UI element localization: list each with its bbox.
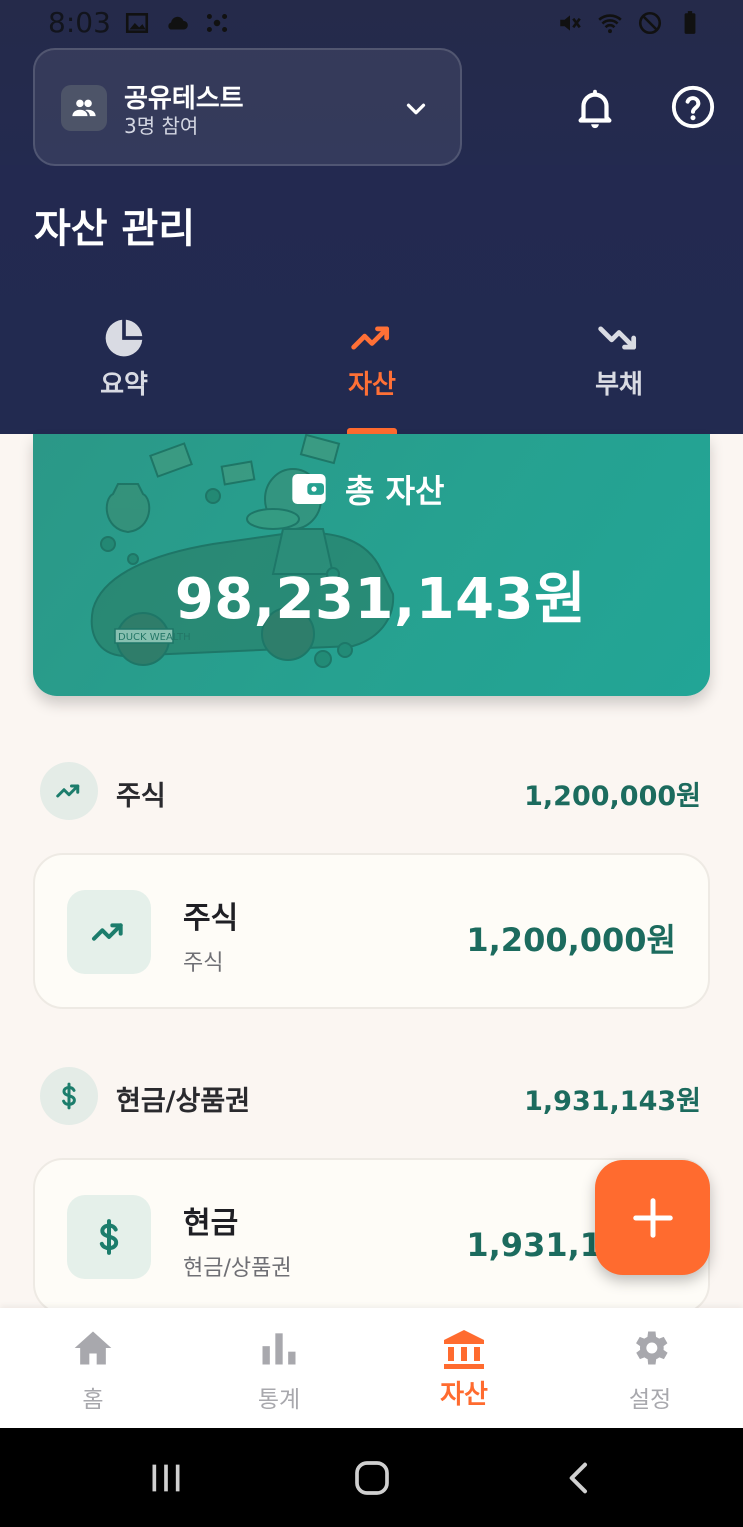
nav-label: 자산 [440, 1380, 488, 1410]
bell-icon [578, 89, 612, 129]
asset-category: 주식 [183, 951, 224, 976]
dollar-icon [99, 1219, 119, 1255]
total-assets-value: 98,231,143원 [174, 567, 587, 632]
tab-summary[interactable]: 요약 [0, 300, 248, 434]
section-title: 주식 [116, 781, 166, 812]
nav-label: 설정 [628, 1387, 672, 1413]
asset-category: 현금/상품권 [183, 1256, 292, 1281]
group-selector[interactable]: 공유테스트 3명 참여 [33, 48, 462, 166]
tab-assets[interactable]: 자산 [248, 300, 496, 434]
tab-label: 요약 [100, 370, 148, 400]
asset-icon [67, 890, 151, 974]
recent-apps-icon[interactable] [146, 1458, 186, 1498]
gear-icon [636, 1331, 668, 1365]
app-screen: 8:03 공유테스트 3명 참여 자산 관리 요약 자산 부채 DUCK WEA… [0, 0, 743, 1527]
asset-icon [67, 1195, 151, 1279]
section-icon [40, 762, 98, 820]
do-not-disturb-icon [638, 11, 662, 35]
asset-amount: 1,200,000원 [466, 921, 676, 959]
bar-chart-icon [262, 1333, 296, 1365]
dollar-icon [62, 1082, 76, 1110]
help-icon [671, 85, 715, 129]
image-icon [125, 13, 149, 33]
section-icon [40, 1067, 98, 1125]
pie-chart-icon [105, 319, 143, 357]
section-header-stocks: 주식 1,200,000원 [40, 762, 703, 820]
tab-label: 자산 [348, 370, 396, 400]
nav-stats[interactable]: 통계 [186, 1308, 372, 1428]
status-bar: 8:03 [0, 0, 743, 50]
home-button-icon[interactable] [352, 1458, 392, 1498]
help-button[interactable] [670, 84, 716, 130]
status-time: 8:03 [48, 6, 111, 39]
chevron-down-icon [406, 103, 426, 115]
total-assets-label-group: 총 자산 [289, 466, 444, 512]
asset-name: 주식 [183, 901, 239, 936]
trending-down-icon [598, 326, 637, 350]
tab-label: 부채 [595, 370, 643, 400]
total-assets-card: DUCK WEALTH 총 자산 98,231,143원 [33, 434, 710, 696]
system-navigation-bar [0, 1428, 743, 1527]
status-system-icons [557, 10, 703, 36]
section-title: 현금/상품권 [116, 1086, 251, 1117]
asset-name: 현금 [183, 1206, 239, 1241]
group-member-count: 3명 참여 [124, 114, 199, 138]
nav-settings[interactable]: 설정 [557, 1308, 743, 1428]
mute-icon [560, 15, 581, 31]
group-avatar [61, 85, 107, 131]
nav-assets[interactable]: 자산 [371, 1308, 557, 1428]
wifi-icon [598, 14, 622, 34]
nav-label: 홈 [82, 1387, 104, 1413]
section-header-cash: 현금/상품권 1,931,143원 [40, 1067, 703, 1125]
tab-liabilities[interactable]: 부채 [495, 300, 743, 434]
section-amount: 1,931,143원 [524, 1086, 701, 1117]
trending-up-icon [351, 326, 390, 350]
page-title: 자산 관리 [34, 206, 196, 252]
header: 8:03 공유테스트 3명 참여 자산 관리 요약 자산 부채 [0, 0, 743, 434]
bank-icon [444, 1330, 484, 1369]
battery-icon [684, 11, 696, 34]
nav-home[interactable]: 홈 [0, 1308, 186, 1428]
people-icon [72, 99, 96, 117]
cloud-icon [168, 16, 188, 30]
back-icon[interactable] [560, 1458, 600, 1498]
nav-label: 통계 [257, 1387, 301, 1413]
add-asset-button[interactable] [595, 1160, 710, 1275]
trending-up-icon [56, 784, 80, 798]
bottom-navigation: 홈 통계 자산 설정 [0, 1308, 743, 1428]
asset-item-stock[interactable]: 주식 주식 1,200,000원 [33, 853, 710, 1009]
wallet-icon [292, 474, 326, 504]
network-icon [206, 14, 228, 32]
plus-icon [632, 1197, 673, 1238]
notification-button[interactable] [572, 84, 618, 132]
status-notification-icons [124, 10, 230, 36]
home-icon [74, 1331, 112, 1365]
total-assets-label: 총 자산 [345, 472, 445, 510]
trending-up-icon [92, 923, 123, 941]
section-amount: 1,200,000원 [524, 781, 701, 812]
asset-tabs: 요약 자산 부채 [0, 300, 743, 434]
